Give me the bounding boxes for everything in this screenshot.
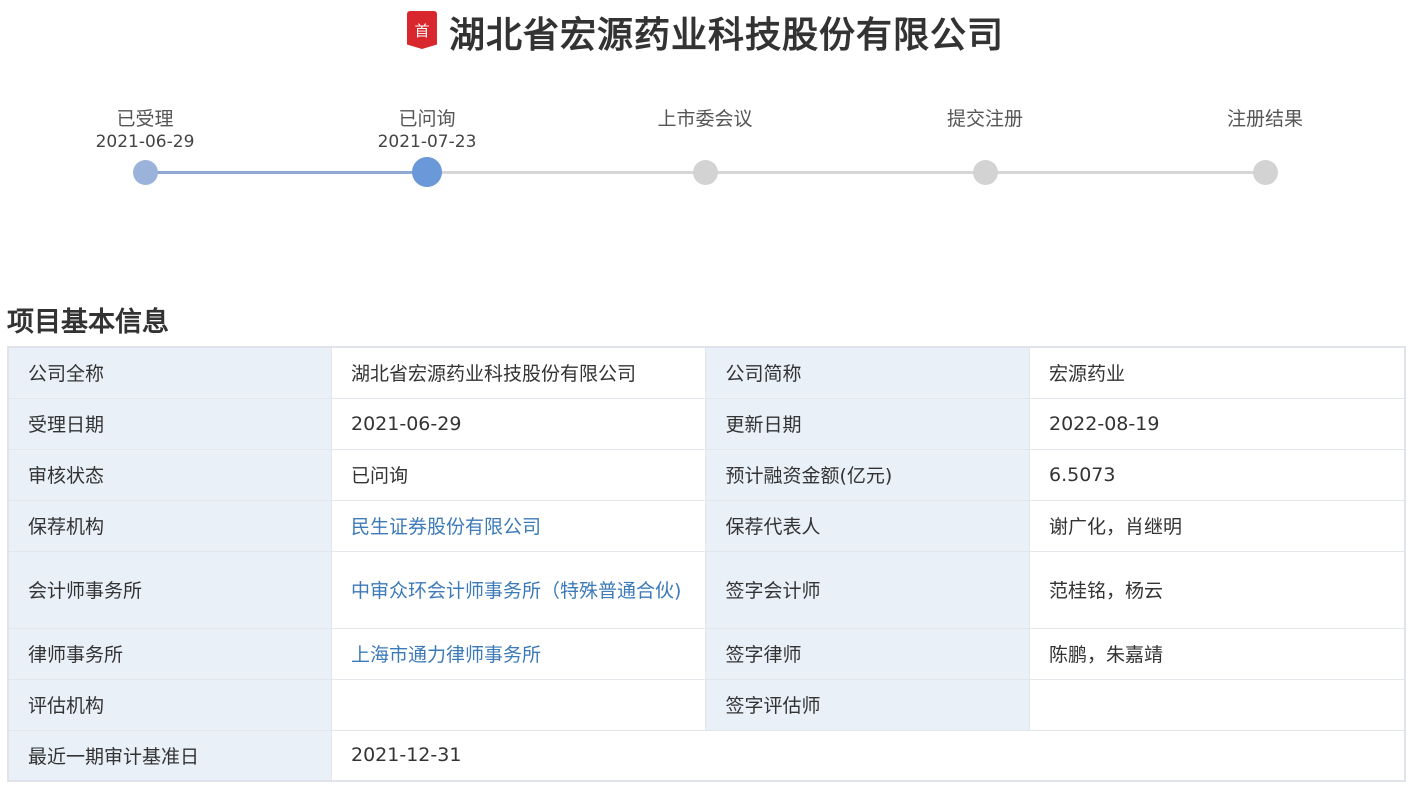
cell-key: 签字会计师 — [705, 550, 1030, 629]
accounting-firm-link[interactable]: 中审众环会计师事务所（特殊普通合伙) — [330, 550, 707, 629]
step-label: 已问询 — [398, 108, 456, 130]
progress-line-done — [145, 171, 427, 174]
cell-key: 公司全称 — [7, 346, 332, 399]
cell-value: 2021-06-29 — [330, 397, 707, 450]
table-row: 会计师事务所 中审众环会计师事务所（特殊普通合伙) 签字会计师 范桂铭，杨云 — [7, 550, 1406, 629]
progress-steps: 已受理 2021-06-29 已问询 2021-07-23 上市委会议 提交注册… — [0, 0, 1411, 220]
cell-key: 签字律师 — [705, 627, 1030, 680]
cell-value: 2021-12-31 — [331, 729, 1406, 782]
step-date: 2021-07-23 — [377, 132, 477, 152]
cell-key: 公司简称 — [705, 346, 1030, 399]
cell-key: 预计融资金额(亿元) — [705, 448, 1030, 501]
cell-value: 已问询 — [330, 448, 707, 501]
cell-value: 2022-08-19 — [1028, 397, 1406, 450]
section-title: 项目基本信息 — [7, 307, 169, 338]
step-label: 上市委会议 — [657, 108, 753, 130]
table-row: 保荐机构 民生证券股份有限公司 保荐代表人 谢广化，肖继明 — [7, 499, 1406, 552]
step-dot — [693, 160, 718, 185]
law-firm-link[interactable]: 上海市通力律师事务所 — [330, 627, 707, 680]
cell-key: 审核状态 — [7, 448, 332, 501]
cell-value: 谢广化，肖继明 — [1028, 499, 1406, 552]
step-dot — [133, 160, 158, 185]
table-row: 最近一期审计基准日 2021-12-31 — [7, 729, 1406, 782]
cell-key: 最近一期审计基准日 — [7, 729, 332, 782]
cell-key: 律师事务所 — [7, 627, 332, 680]
cell-key: 保荐机构 — [7, 499, 332, 552]
table-row: 评估机构 签字评估师 — [7, 678, 1406, 731]
cell-value: 陈鹏，朱嘉靖 — [1028, 627, 1406, 680]
cell-key: 会计师事务所 — [7, 550, 332, 629]
step-dot — [1253, 160, 1278, 185]
progress-line-pending — [427, 171, 1265, 174]
cell-value: 湖北省宏源药业科技股份有限公司 — [330, 346, 707, 399]
step-dot-current — [412, 157, 442, 187]
cell-key: 保荐代表人 — [705, 499, 1030, 552]
cell-value: 6.5073 — [1028, 448, 1406, 501]
table-row: 公司全称 湖北省宏源药业科技股份有限公司 公司简称 宏源药业 — [7, 346, 1406, 399]
step-label: 已受理 — [116, 108, 174, 130]
cell-value: 宏源药业 — [1028, 346, 1406, 399]
cell-key: 评估机构 — [7, 678, 332, 731]
step-label: 提交注册 — [946, 108, 1023, 130]
cell-value: 范桂铭，杨云 — [1028, 550, 1406, 629]
cell-value — [1028, 678, 1406, 731]
table-row: 审核状态 已问询 预计融资金额(亿元) 6.5073 — [7, 448, 1406, 501]
cell-key: 签字评估师 — [705, 678, 1030, 731]
sponsor-link[interactable]: 民生证券股份有限公司 — [330, 499, 707, 552]
cell-key: 受理日期 — [7, 397, 332, 450]
cell-key: 更新日期 — [705, 397, 1030, 450]
step-dot — [973, 160, 998, 185]
step-date: 2021-06-29 — [95, 132, 195, 152]
project-info-table: 公司全称 湖北省宏源药业科技股份有限公司 公司简称 宏源药业 受理日期 2021… — [7, 346, 1406, 782]
table-row: 律师事务所 上海市通力律师事务所 签字律师 陈鹏，朱嘉靖 — [7, 627, 1406, 680]
table-row: 受理日期 2021-06-29 更新日期 2022-08-19 — [7, 397, 1406, 450]
step-label: 注册结果 — [1226, 108, 1303, 130]
cell-value — [330, 678, 707, 731]
